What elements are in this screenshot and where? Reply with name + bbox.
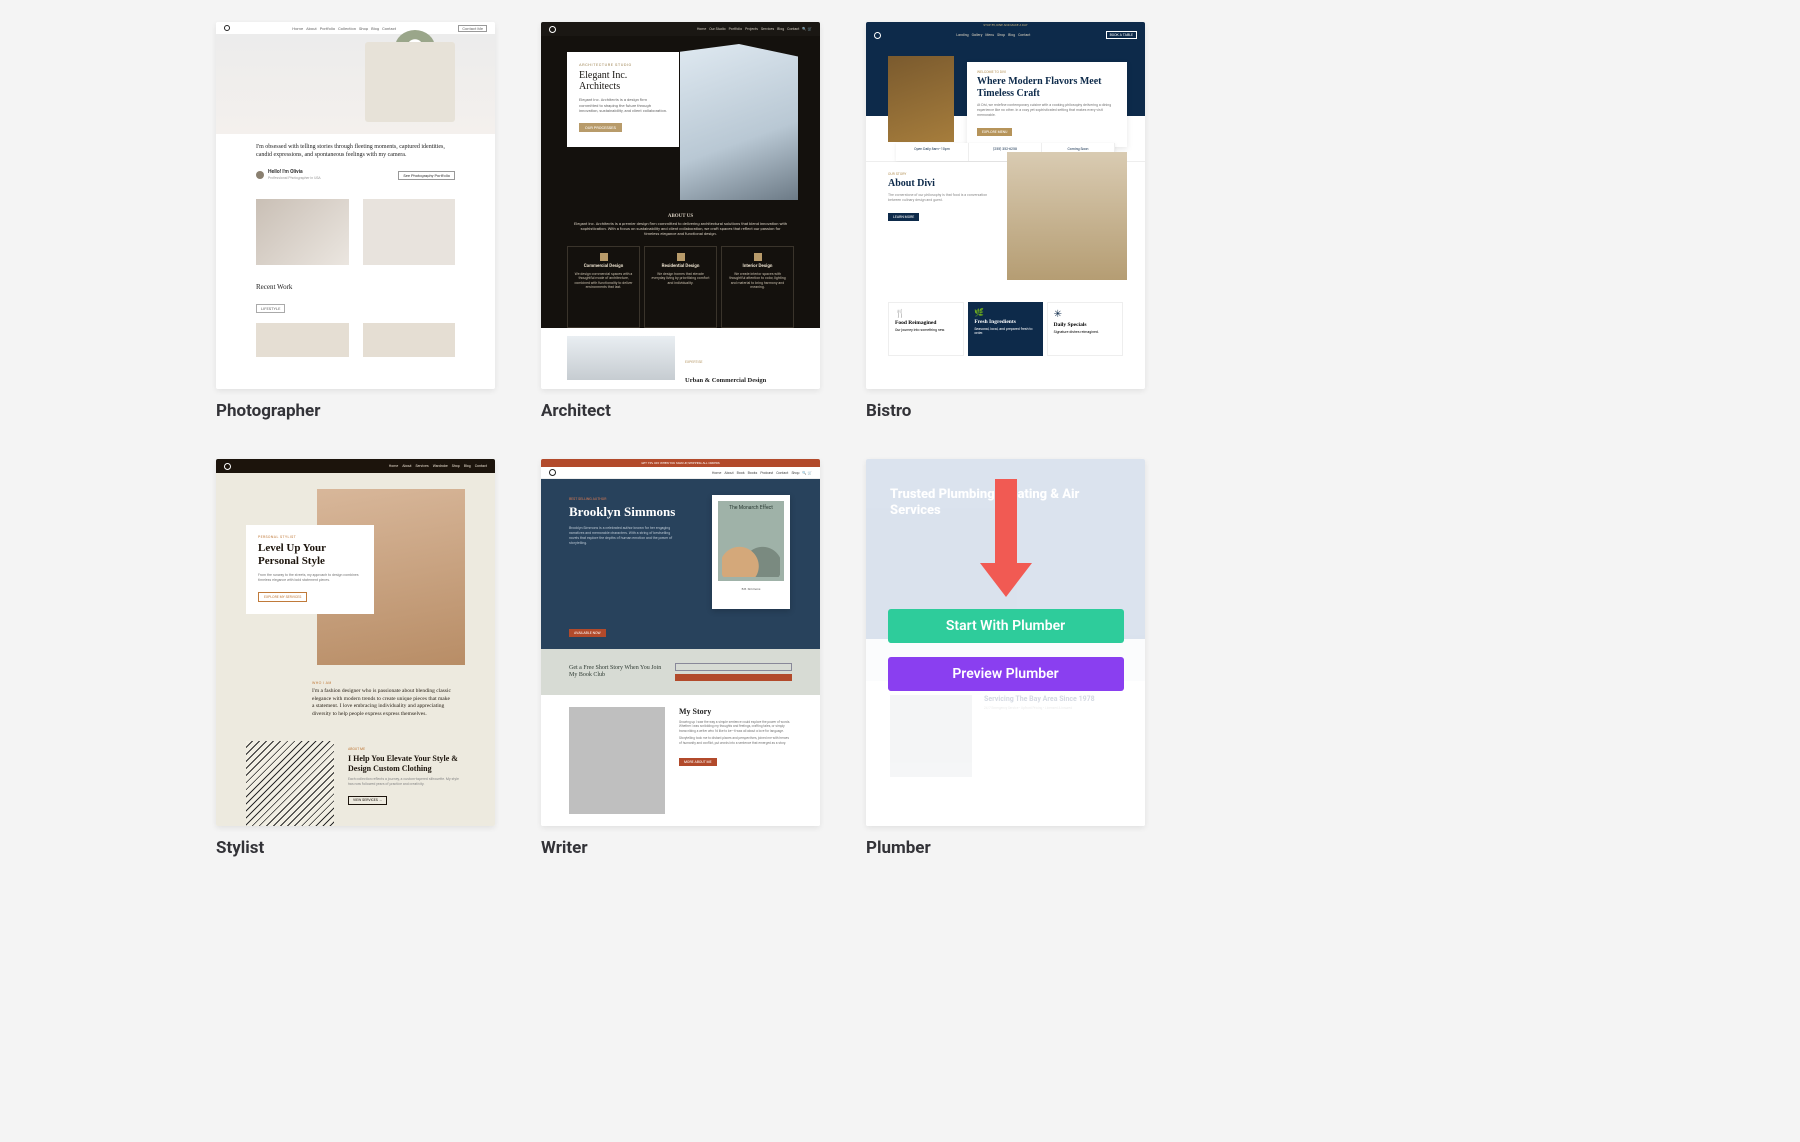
layout-grid: Home About Portfolio Collection Shop Blo… <box>0 0 1800 898</box>
preview-layout-button[interactable]: Preview Plumber <box>888 657 1124 691</box>
layout-card-bistro[interactable]: STOP BY, DINE AND MAKE A DAY Landing Gal… <box>866 22 1145 421</box>
hover-overlay: Start With Plumber Preview Plumber <box>866 459 1145 826</box>
layout-thumbnail: Home About Services Wardrobe Shop Blog C… <box>216 459 495 826</box>
layout-card-stylist[interactable]: Home About Services Wardrobe Shop Blog C… <box>216 459 495 858</box>
layout-title: Writer <box>541 838 820 858</box>
layout-title: Bistro <box>866 401 1145 421</box>
layout-card-architect[interactable]: Home Our Studio Portfolio Projects Servi… <box>541 22 820 421</box>
layout-thumbnail: STOP BY, DINE AND MAKE A DAY Landing Gal… <box>866 22 1145 389</box>
layout-card-photographer[interactable]: Home About Portfolio Collection Shop Blo… <box>216 22 495 421</box>
layout-title: Photographer <box>216 401 495 421</box>
layout-title: Plumber <box>866 838 1145 858</box>
start-with-layout-button[interactable]: Start With Plumber <box>888 609 1124 643</box>
layout-thumbnail: Home Our Studio Portfolio Projects Servi… <box>541 22 820 389</box>
layout-title: Architect <box>541 401 820 421</box>
layout-card-plumber[interactable]: Trusted Plumbing, Heating & Air Services… <box>866 459 1145 858</box>
layout-thumbnail-hovered: Trusted Plumbing, Heating & Air Services… <box>866 459 1145 826</box>
layout-thumbnail: Home About Portfolio Collection Shop Blo… <box>216 22 495 389</box>
layout-thumbnail: GET 15% OFF WHEN YOU SIGN UP, SHIPPING A… <box>541 459 820 826</box>
layout-card-writer[interactable]: GET 15% OFF WHEN YOU SIGN UP, SHIPPING A… <box>541 459 820 858</box>
layout-title: Stylist <box>216 838 495 858</box>
arrow-down-icon <box>982 479 1030 597</box>
